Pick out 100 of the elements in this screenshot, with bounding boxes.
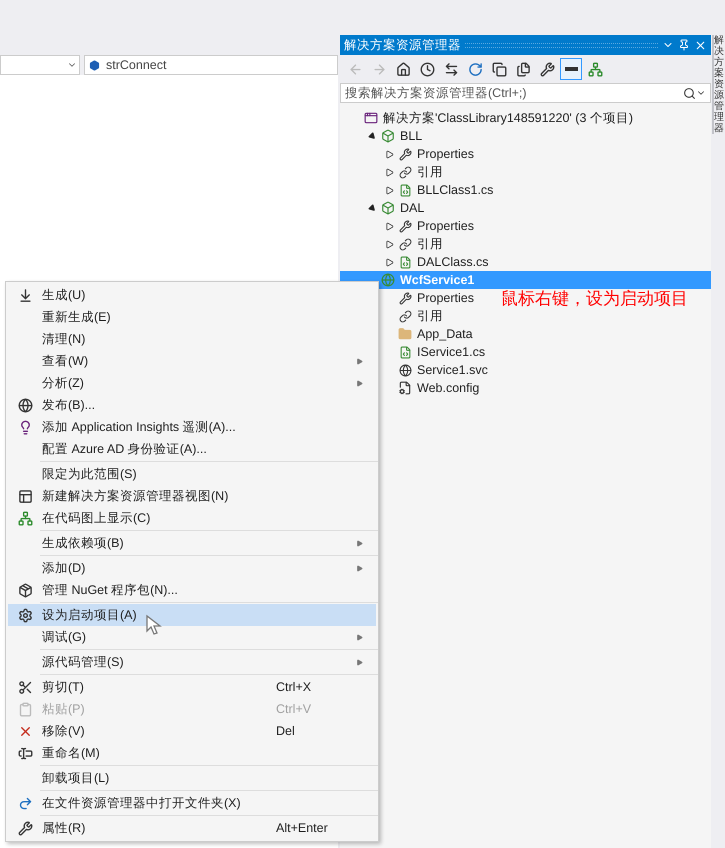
collapse-icon xyxy=(492,62,506,76)
collapsed-arrow-icon[interactable] xyxy=(384,150,394,158)
wrench-icon xyxy=(398,220,412,232)
menu-item[interactable]: 源代码管理(S) xyxy=(8,651,376,673)
submenu-arrow-icon xyxy=(356,540,363,546)
annotation: 鼠标右键，设为启动项目 xyxy=(501,288,689,309)
build-icon xyxy=(18,288,32,302)
menu-item[interactable]: 生成(U) xyxy=(8,284,376,306)
submenu-arrow-icon xyxy=(356,634,363,640)
sync-icon xyxy=(444,62,458,76)
tree-item[interactable]: IService1.cs xyxy=(417,342,486,362)
back-icon xyxy=(348,62,362,76)
menu-item[interactable]: 设为启动项目(A) xyxy=(8,604,376,626)
close-icon[interactable] xyxy=(694,38,707,52)
config-file-icon xyxy=(398,381,412,395)
files-icon xyxy=(516,62,530,76)
refresh-icon xyxy=(468,62,482,76)
tree-item[interactable]: 引用 xyxy=(417,234,443,254)
search-field[interactable]: 搜索解决方案资源管理器(Ctrl+;) xyxy=(340,83,711,103)
menu-item[interactable]: 在文件资源管理器中打开文件夹(X) xyxy=(8,792,376,814)
window-icon xyxy=(18,488,32,504)
menu-item[interactable]: 属性(R) Alt+Enter xyxy=(8,817,376,839)
tree-item[interactable]: BLLClass1.cs xyxy=(417,180,494,200)
reference-icon xyxy=(398,166,412,178)
globe-icon xyxy=(18,398,32,412)
menu-item[interactable]: 配置 Azure AD 身份验证(A)... xyxy=(8,438,376,460)
forward-icon xyxy=(372,62,386,76)
code-file-icon xyxy=(398,184,412,196)
side-tab[interactable]: 解决方案资源管理器 xyxy=(712,35,724,134)
submenu-arrow-icon xyxy=(356,658,363,666)
collapsed-arrow-icon[interactable] xyxy=(384,240,394,248)
menu-item[interactable]: 生成依赖项(B) xyxy=(8,532,376,554)
menu-item[interactable]: 发布(B)... xyxy=(8,394,376,416)
clipboard-icon xyxy=(18,702,32,716)
submenu-arrow-icon xyxy=(356,564,363,572)
tree-item[interactable]: BLL xyxy=(400,126,422,146)
reference-icon xyxy=(398,310,412,322)
menu-item[interactable]: 调试(G) xyxy=(8,626,376,648)
solution-icon xyxy=(364,111,378,125)
menu-item[interactable]: 卸载项目(L) xyxy=(8,767,376,789)
home-icon xyxy=(396,62,410,76)
menu-item[interactable]: 分析(Z) xyxy=(8,372,376,394)
menu-item[interactable]: 重命名(M) xyxy=(8,742,376,764)
tree-item[interactable]: Properties xyxy=(417,216,474,236)
tree-item[interactable]: Properties xyxy=(417,288,474,308)
expanded-arrow-icon[interactable] xyxy=(367,131,377,141)
project-icon xyxy=(381,201,395,215)
tree-item[interactable]: 引用 xyxy=(417,306,443,326)
tree-item[interactable]: Web.config xyxy=(417,378,480,398)
wrench-icon xyxy=(398,292,412,304)
code-map-icon xyxy=(18,510,32,526)
expanded-arrow-icon[interactable] xyxy=(367,203,377,213)
menu-item[interactable]: 添加(D) xyxy=(8,557,376,579)
search-icon xyxy=(683,86,696,100)
member-dropdown[interactable]: strConnect xyxy=(84,55,338,75)
tree-item[interactable]: Properties xyxy=(417,144,474,164)
wrench-icon xyxy=(18,820,32,836)
folder-icon xyxy=(398,327,412,341)
reference-icon xyxy=(398,238,412,250)
menu-item[interactable]: 添加 Application Insights 遥测(A)... xyxy=(8,416,376,438)
wrench-icon xyxy=(540,62,554,76)
code-file-icon xyxy=(398,346,412,358)
collapsed-arrow-icon[interactable] xyxy=(384,186,394,194)
web-project-icon xyxy=(381,273,395,287)
menu-item[interactable]: 限定为此范围(S) xyxy=(8,463,376,485)
menu-item[interactable]: 剪切(T) Ctrl+X xyxy=(8,676,376,698)
tree-item[interactable]: DALClass.cs xyxy=(417,252,489,272)
globe-icon xyxy=(398,364,412,376)
toolbar-button[interactable] xyxy=(560,58,582,80)
clock-icon xyxy=(420,62,434,76)
tree-item[interactable]: 引用 xyxy=(417,162,443,182)
panel-title: 解决方案资源管理器 xyxy=(344,36,461,54)
settings-icon xyxy=(18,608,32,622)
scissors-icon xyxy=(18,680,32,694)
tree-item[interactable]: 解决方案'ClassLibrary148591220' (3 个项目) xyxy=(383,108,634,128)
menu-item[interactable]: 查看(W) xyxy=(8,350,376,372)
menu-item[interactable]: 在代码图上显示(C) xyxy=(8,507,376,529)
rename-icon xyxy=(18,746,32,760)
code-map-icon xyxy=(588,62,602,76)
submenu-arrow-icon xyxy=(356,380,363,386)
curved-arrow-icon xyxy=(18,796,32,810)
tree-item[interactable]: DAL xyxy=(400,198,424,218)
project-icon xyxy=(381,129,395,143)
pin-icon[interactable] xyxy=(678,39,690,51)
preview-icon xyxy=(564,67,578,71)
tree-item[interactable]: App_Data xyxy=(417,324,473,344)
submenu-arrow-icon xyxy=(356,358,363,364)
menu-item[interactable]: 重新生成(E) xyxy=(8,306,376,328)
collapsed-arrow-icon[interactable] xyxy=(384,258,394,266)
wrench-icon xyxy=(398,148,412,160)
tree-item[interactable]: Service1.svc xyxy=(417,360,488,380)
collapsed-arrow-icon[interactable] xyxy=(384,222,394,230)
collapsed-arrow-icon[interactable] xyxy=(384,168,394,176)
field-icon xyxy=(89,60,100,70)
package-icon xyxy=(18,582,32,598)
menu-item[interactable]: 移除(V) Del xyxy=(8,720,376,742)
menu-item[interactable]: 管理 NuGet 程序包(N)... xyxy=(8,579,376,601)
menu-item[interactable]: 清理(N) xyxy=(8,328,376,350)
menu-item[interactable]: 新建解决方案资源管理器视图(N) xyxy=(8,485,376,507)
code-file-icon xyxy=(398,256,412,268)
